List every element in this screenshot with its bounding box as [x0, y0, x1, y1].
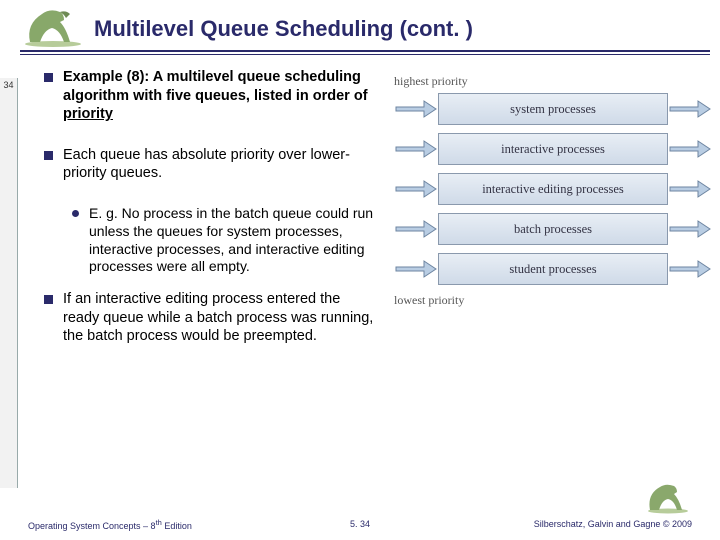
slide-title: Multilevel Queue Scheduling (cont. )	[94, 16, 473, 42]
queue-box: interactive processes	[438, 133, 668, 165]
subbullet-example: E. g. No process in the batch queue coul…	[72, 205, 374, 277]
queue-row: interactive processes	[394, 133, 712, 165]
arrow-right-icon	[394, 133, 438, 165]
footer-right: Silberschatz, Galvin and Gagne © 2009	[534, 519, 692, 529]
dinosaur-icon	[20, 4, 86, 48]
queue-box: student processes	[438, 253, 668, 285]
bullet-example: Example (8): A multilevel queue scheduli…	[44, 68, 374, 124]
slide: Multilevel Queue Scheduling (cont. ) 34 …	[0, 0, 720, 540]
title-rule-thick	[20, 50, 710, 52]
title-rule-thin	[20, 54, 710, 55]
dinosaur-icon	[644, 480, 692, 514]
footer-authors: Silberschatz, Galvin and Gagne	[534, 519, 663, 529]
footer-page-number: 5. 34	[350, 519, 370, 529]
diagram-column: highest priority system processes intera…	[394, 74, 712, 308]
bullet-text: If an interactive editing process entere…	[63, 290, 374, 346]
slide-body: Example (8): A multilevel queue scheduli…	[44, 68, 710, 500]
arrow-right-icon	[668, 173, 712, 205]
queue-box: interactive editing processes	[438, 173, 668, 205]
lowest-priority-label: lowest priority	[394, 293, 712, 308]
footer-left-tail: Edition	[162, 521, 192, 531]
arrow-right-icon	[394, 93, 438, 125]
text-column: Example (8): A multilevel queue scheduli…	[44, 68, 374, 368]
arrow-right-icon	[668, 213, 712, 245]
arrow-right-icon	[394, 213, 438, 245]
bullet-absolute-priority: Each queue has absolute priority over lo…	[44, 146, 374, 183]
round-bullet-icon	[72, 210, 79, 217]
slide-header: Multilevel Queue Scheduling (cont. )	[0, 0, 720, 58]
arrow-right-icon	[668, 133, 712, 165]
subbullet-text: E. g. No process in the batch queue coul…	[89, 205, 374, 277]
arrow-right-icon	[394, 253, 438, 285]
example-prefix: Example (8):	[63, 69, 153, 85]
arrow-right-icon	[394, 173, 438, 205]
footer-left-text: Operating System Concepts – 8	[28, 521, 156, 531]
queue-row: system processes	[394, 93, 712, 125]
square-bullet-icon	[44, 295, 53, 304]
queue-row: student processes	[394, 253, 712, 285]
queue-row: batch processes	[394, 213, 712, 245]
slide-footer: Operating System Concepts – 8th Edition …	[0, 514, 720, 540]
page-number-tab: 34	[0, 78, 18, 488]
queue-row: interactive editing processes	[394, 173, 712, 205]
bullet-text: Each queue has absolute priority over lo…	[63, 146, 374, 183]
bullet-preempt: If an interactive editing process entere…	[44, 290, 374, 346]
arrow-right-icon	[668, 93, 712, 125]
queue-box: batch processes	[438, 213, 668, 245]
priority-underlined: priority	[63, 106, 113, 122]
bullet-text: Example (8): A multilevel queue scheduli…	[63, 68, 374, 124]
highest-priority-label: highest priority	[394, 74, 712, 89]
footer-copyright: © 2009	[663, 519, 692, 529]
footer-left: Operating System Concepts – 8th Edition	[28, 518, 192, 531]
square-bullet-icon	[44, 151, 53, 160]
arrow-right-icon	[668, 253, 712, 285]
square-bullet-icon	[44, 73, 53, 82]
queue-box: system processes	[438, 93, 668, 125]
